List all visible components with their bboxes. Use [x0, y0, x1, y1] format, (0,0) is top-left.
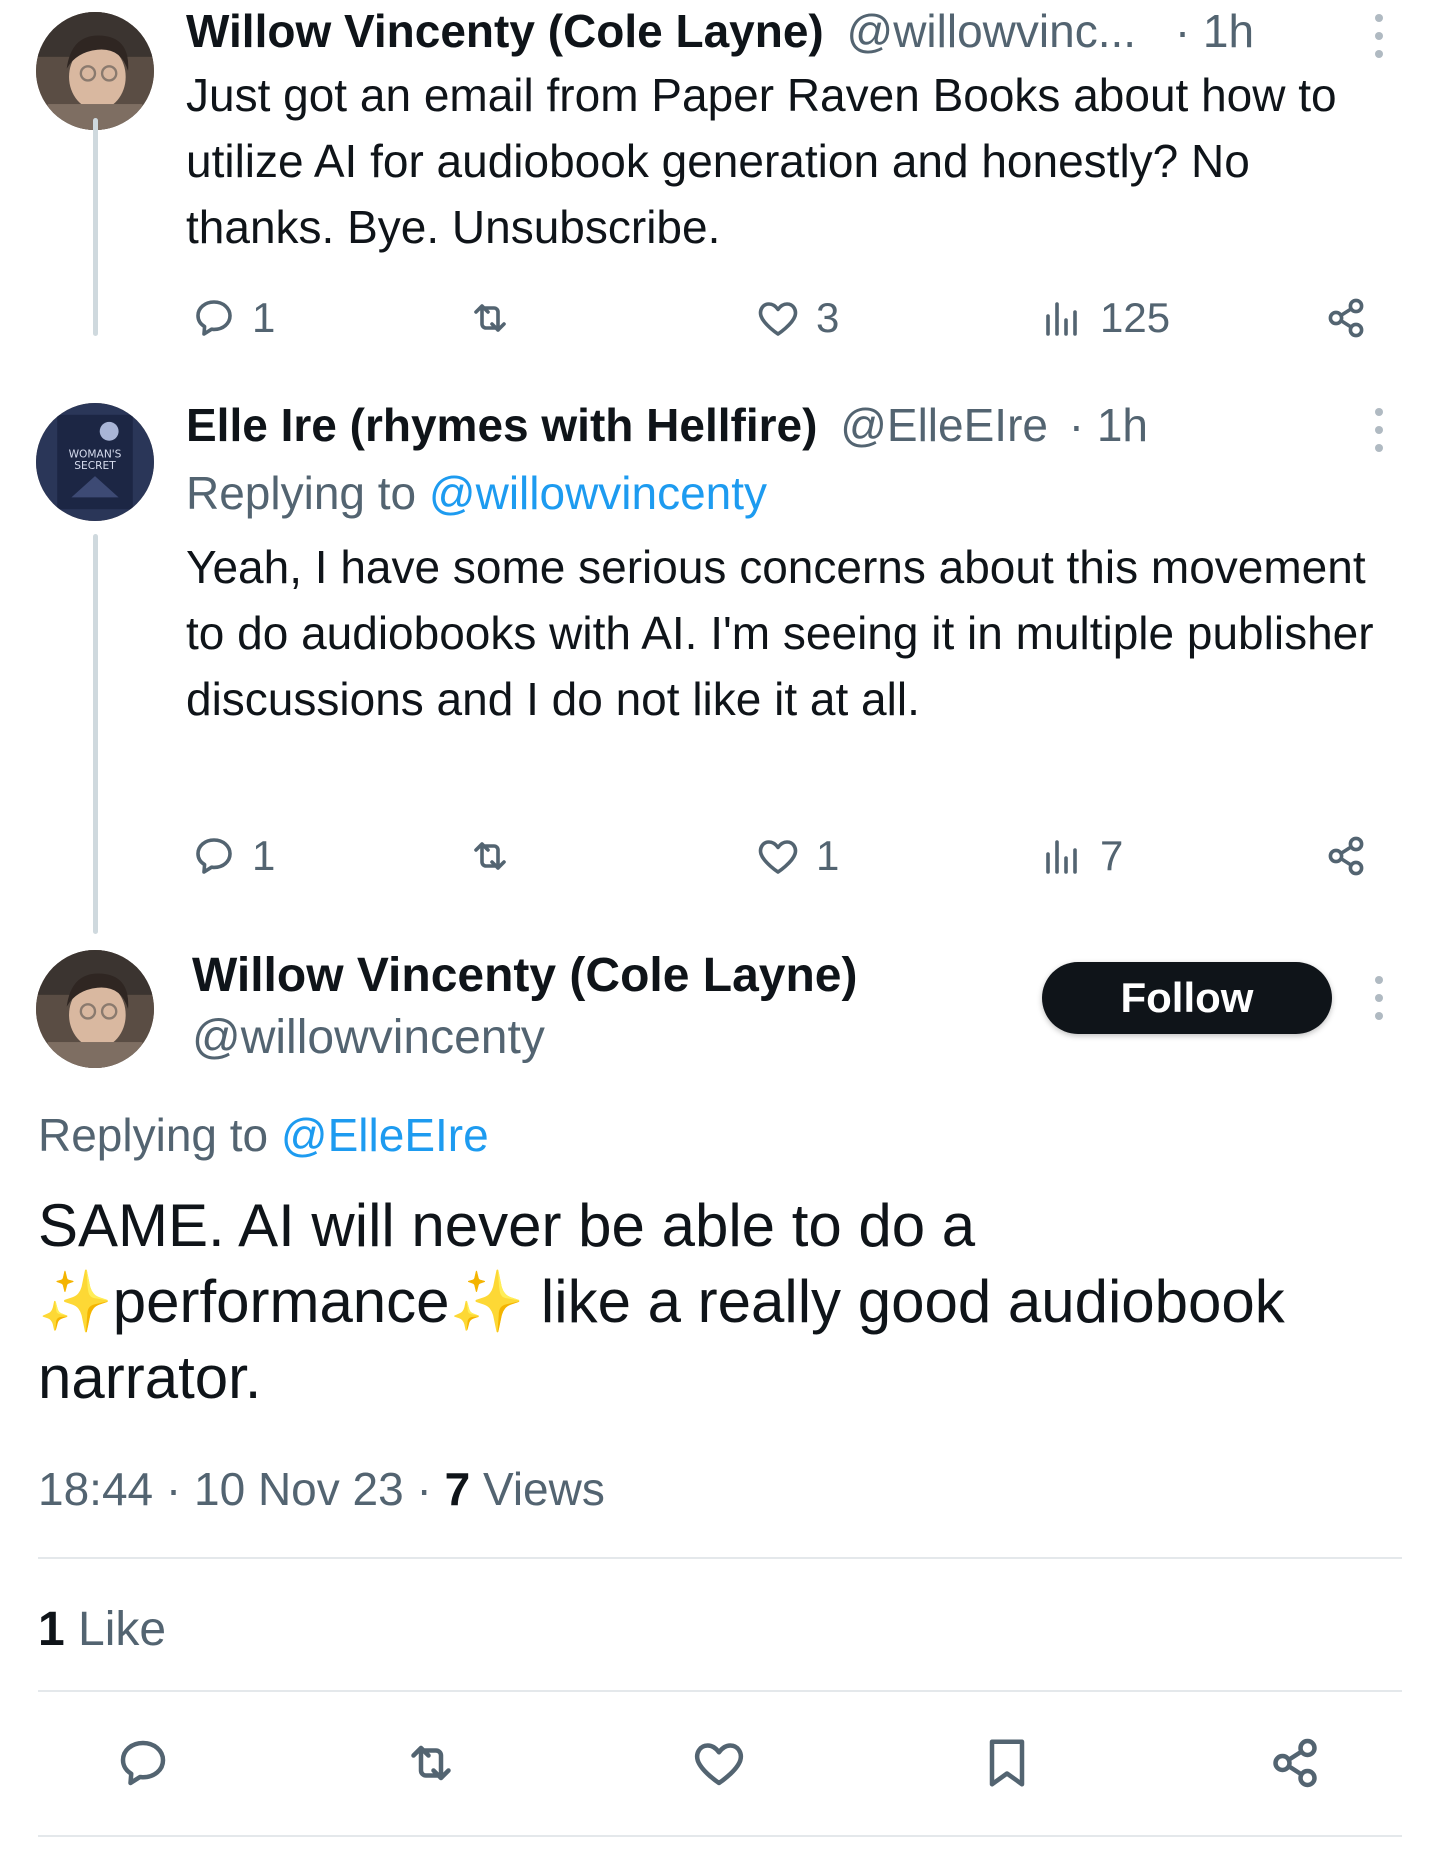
reply-icon [120, 1740, 166, 1786]
views-button[interactable]: 125 [1038, 290, 1170, 346]
like-button[interactable] [686, 1730, 752, 1796]
heart-icon [758, 302, 798, 336]
avatar-elle[interactable]: WOMAN'S SECRET [36, 403, 154, 521]
retweet-button[interactable] [466, 290, 514, 346]
author-name[interactable]: Willow Vincenty (Cole Layne) [192, 948, 857, 1003]
replying-to: Replying to @willowvincenty [186, 470, 767, 516]
sparkles-emoji: ✨ [38, 1268, 113, 1335]
bookmark-icon [989, 1739, 1025, 1787]
reply-count: 1 [252, 294, 276, 341]
more-icon[interactable] [1373, 408, 1385, 452]
views-icon [1046, 302, 1077, 336]
tweet-text: Yeah, I have some serious concerns about… [186, 541, 1374, 725]
likes-summary[interactable]: 1 Like [38, 1602, 166, 1657]
share-button[interactable] [1322, 290, 1370, 346]
author-name[interactable]: Elle Ire (rhymes with Hellfire) [186, 399, 817, 451]
tweet-text-part: SAME. AI will never be able to do a [38, 1192, 976, 1259]
views-count: 7 [444, 1463, 471, 1515]
tweet-actions: 1 1 7 [186, 828, 1382, 884]
author-handle[interactable]: @willowvincenty [192, 1010, 545, 1065]
views-icon [1046, 840, 1077, 874]
replying-handle-link[interactable]: @ElleEIre [281, 1109, 489, 1161]
author-name[interactable]: Willow Vincenty (Cole Layne) [186, 5, 824, 57]
reply-button[interactable]: 1 [190, 290, 275, 346]
reply-icon [196, 300, 232, 336]
tweet-text: SAME. AI will never be able to do a ✨per… [38, 1188, 1378, 1416]
svg-text:SECRET: SECRET [74, 459, 116, 472]
follow-button[interactable]: Follow [1042, 962, 1332, 1034]
likes-label: Like [78, 1603, 167, 1656]
thread-line [93, 118, 98, 336]
tweet-time[interactable]: · 1h [1069, 399, 1148, 451]
author-handle[interactable]: @willowvinc... [847, 5, 1137, 57]
avatar-willow[interactable] [36, 950, 154, 1068]
heart-icon [758, 840, 798, 874]
retweet-button[interactable] [398, 1730, 464, 1796]
retweet-icon [474, 304, 506, 332]
like-count: 3 [816, 294, 840, 341]
share-icon [1273, 1738, 1317, 1788]
like-button[interactable]: 3 [754, 290, 839, 346]
more-icon[interactable] [1373, 976, 1385, 1020]
tweet-date[interactable]: 10 Nov 23 [194, 1463, 404, 1515]
likes-count: 1 [38, 1603, 65, 1656]
sparkles-emoji: ✨ [449, 1268, 525, 1335]
reply-button[interactable] [110, 1730, 176, 1796]
reply-count: 1 [252, 832, 276, 879]
views-count: 125 [1100, 294, 1171, 341]
reply-button[interactable]: 1 [190, 828, 275, 884]
heart-icon [694, 1743, 744, 1786]
replying-handle-link[interactable]: @willowvincenty [429, 467, 767, 519]
views-count: 7 [1100, 832, 1124, 879]
retweet-button[interactable] [466, 828, 514, 884]
reply-icon [196, 838, 232, 874]
replying-label: Replying to [38, 1109, 269, 1161]
share-button[interactable] [1262, 1730, 1328, 1796]
share-icon [1328, 298, 1364, 338]
views-label: Views [482, 1463, 605, 1515]
replying-label: Replying to [186, 467, 417, 519]
tweet-actions: 1 3 125 [186, 290, 1382, 346]
author-handle[interactable]: @ElleEIre [840, 399, 1048, 451]
retweet-icon [411, 1745, 451, 1781]
tweet-time[interactable]: · 1h [1175, 5, 1254, 57]
more-icon[interactable] [1373, 14, 1385, 58]
like-button[interactable]: 1 [754, 828, 839, 884]
tweet-header: Willow Vincenty (Cole Layne) @willowvinc… [186, 8, 1254, 54]
divider [38, 1557, 1402, 1559]
divider [38, 1690, 1402, 1692]
tweet-text: Just got an email from Paper Raven Books… [186, 69, 1337, 253]
tweet-text-part: performance [112, 1268, 450, 1335]
bookmark-button[interactable] [974, 1730, 1040, 1796]
tweet-meta: 18:44 · 10 Nov 23 · 7 Views [38, 1463, 605, 1515]
share-button[interactable] [1322, 828, 1370, 884]
like-count: 1 [816, 832, 840, 879]
tweet-header: Elle Ire (rhymes with Hellfire) @ElleEIr… [186, 402, 1148, 448]
share-icon [1328, 836, 1364, 876]
tweet-time[interactable]: 18:44 [38, 1463, 153, 1515]
divider [38, 1835, 1402, 1837]
views-button[interactable]: 7 [1038, 828, 1123, 884]
replying-to: Replying to @ElleEIre [38, 1108, 489, 1162]
avatar-willow[interactable] [36, 12, 154, 130]
thread-line [93, 534, 98, 934]
retweet-icon [474, 842, 506, 870]
main-tweet-actions [0, 1730, 1440, 1800]
